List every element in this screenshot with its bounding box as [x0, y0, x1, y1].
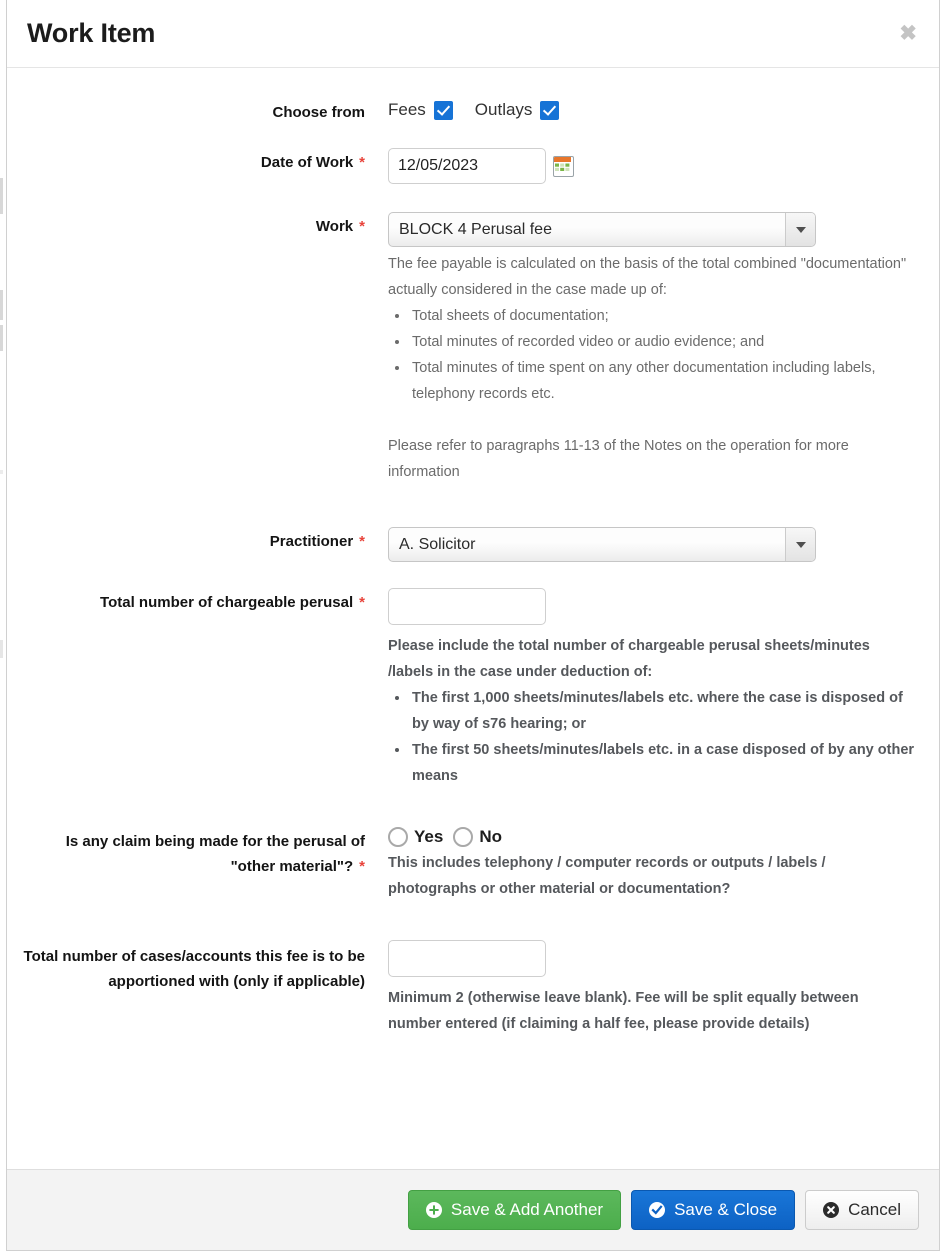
total-chargeable-perusal-input[interactable] — [388, 588, 546, 625]
work-help-footer: Please refer to paragraphs 11-13 of the … — [388, 438, 849, 480]
modal-footer: Save & Add Another Save & Close Cancel — [7, 1169, 939, 1250]
save-add-another-label: Save & Add Another — [450, 1200, 604, 1219]
other-material-claim-label: Is any claim being made for the perusal … — [19, 825, 377, 879]
date-of-work-input[interactable] — [388, 148, 546, 184]
work-help-bullet-list: Total sheets of documentation; Total min… — [388, 303, 915, 407]
background-fragment — [0, 178, 3, 214]
field-row-practitioner: Practitioner * A. Solicitor — [19, 527, 915, 562]
list-item: Total minutes of recorded video or audio… — [410, 329, 915, 355]
work-help-text: The fee payable is calculated on the bas… — [388, 251, 915, 485]
work-select[interactable]: BLOCK 4 Perusal fee — [388, 212, 816, 247]
background-fragment — [0, 290, 3, 320]
plus-circle-icon — [425, 1202, 442, 1218]
chevron-down-icon[interactable] — [785, 213, 815, 246]
field-row-other-material-claim: Is any claim being made for the perusal … — [19, 825, 915, 902]
close-icon[interactable]: ✖ — [893, 19, 923, 48]
other-material-help: This includes telephony / computer recor… — [388, 855, 826, 897]
choose-from-field: Fees Outlays — [377, 98, 915, 120]
practitioner-select[interactable]: A. Solicitor — [388, 527, 816, 562]
calendar-icon[interactable] — [553, 155, 574, 177]
field-row-total-chargeable-perusal: Total number of chargeable perusal * Plea… — [19, 588, 915, 789]
modal-body: Choose from Fees Outlays Date of Work * … — [7, 68, 939, 1169]
checkbox-outlays[interactable]: Outlays — [475, 100, 560, 120]
radio-no-circle[interactable] — [453, 827, 474, 847]
practitioner-field: A. Solicitor — [377, 527, 915, 562]
choose-from-label-text: Choose from — [272, 104, 365, 121]
chevron-down-icon[interactable] — [785, 528, 815, 561]
work-item-modal: Work Item ✖ Choose from Fees Outlays Dat… — [6, 0, 940, 1251]
practitioner-label-text: Practitioner — [269, 533, 354, 550]
checkbox-fees-box[interactable] — [433, 100, 453, 120]
other-material-radio-group: Yes No — [388, 825, 915, 847]
choose-from-checkbox-group: Fees Outlays — [388, 98, 915, 120]
close-circle-icon — [823, 1202, 840, 1218]
total-chargeable-perusal-field: Please include the total number of charg… — [377, 588, 915, 789]
work-help-intro: The fee payable is calculated on the bas… — [388, 256, 907, 298]
apportioned-cases-label-text: Total number of cases/accounts this fee … — [23, 948, 365, 990]
other-material-help-text: This includes telephony / computer recor… — [388, 850, 915, 902]
cancel-button[interactable]: Cancel — [805, 1190, 919, 1230]
list-item: Total sheets of documentation; — [410, 303, 915, 329]
total-chargeable-perusal-label-text: Total number of chargeable perusal — [100, 594, 354, 611]
save-add-another-button[interactable]: Save & Add Another — [407, 1190, 622, 1230]
date-of-work-label: Date of Work * — [19, 148, 377, 173]
checkbox-outlays-box[interactable] — [540, 100, 560, 120]
list-item: The first 50 sheets/minutes/labels etc. … — [410, 737, 915, 789]
apportioned-cases-label: Total number of cases/accounts this fee … — [19, 940, 377, 994]
list-item: Total minutes of time spent on any other… — [410, 355, 915, 407]
background-fragment — [0, 640, 3, 658]
total-chargeable-perusal-bullet-list: The first 1,000 sheets/minutes/labels et… — [388, 685, 915, 789]
total-chargeable-perusal-help-text: Please include the total number of charg… — [388, 633, 915, 789]
save-close-label: Save & Close — [674, 1200, 778, 1219]
choose-from-label: Choose from — [19, 98, 377, 123]
checkbox-fees[interactable]: Fees — [388, 100, 453, 120]
field-row-apportioned-cases: Total number of cases/accounts this fee … — [19, 940, 915, 1037]
radio-no[interactable]: No — [453, 827, 502, 847]
required-asterisk: * — [359, 594, 365, 611]
checkbox-fees-label: Fees — [388, 100, 426, 119]
apportioned-cases-help: Minimum 2 (otherwise leave blank). Fee w… — [388, 990, 859, 1032]
field-row-choose-from: Choose from Fees Outlays — [19, 98, 915, 123]
practitioner-label: Practitioner * — [19, 527, 377, 552]
list-item: The first 1,000 sheets/minutes/labels et… — [410, 685, 915, 737]
work-label-text: Work — [315, 218, 354, 235]
radio-yes-label: Yes — [414, 827, 444, 846]
check-circle-icon — [649, 1202, 666, 1218]
date-input-wrapper — [388, 148, 915, 184]
save-close-button[interactable]: Save & Close — [631, 1190, 796, 1230]
practitioner-select-value: A. Solicitor — [399, 535, 476, 553]
required-asterisk: * — [359, 218, 365, 235]
field-row-date-of-work: Date of Work * — [19, 148, 915, 184]
date-of-work-label-text: Date of Work — [260, 154, 354, 171]
cancel-label: Cancel — [848, 1200, 901, 1219]
total-chargeable-perusal-help-intro: Please include the total number of charg… — [388, 638, 870, 680]
modal-header: Work Item ✖ — [7, 0, 939, 68]
apportioned-cases-help-text: Minimum 2 (otherwise leave blank). Fee w… — [388, 985, 915, 1037]
total-chargeable-perusal-label: Total number of chargeable perusal * — [19, 588, 377, 613]
apportioned-cases-input[interactable] — [388, 940, 546, 977]
other-material-claim-label-text: Is any claim being made for the perusal … — [65, 833, 365, 875]
radio-yes[interactable]: Yes — [388, 827, 443, 847]
work-select-value: BLOCK 4 Perusal fee — [399, 220, 552, 238]
work-label: Work * — [19, 212, 377, 237]
checkbox-outlays-label: Outlays — [474, 100, 533, 119]
required-asterisk: * — [359, 858, 365, 875]
date-of-work-field — [377, 148, 915, 184]
radio-yes-circle[interactable] — [388, 827, 408, 847]
field-row-work: Work * BLOCK 4 Perusal fee The fee payabl… — [19, 212, 915, 485]
page-title: Work Item — [27, 18, 156, 48]
required-asterisk: * — [359, 154, 365, 171]
other-material-claim-field: Yes No This includes telephony / compute… — [377, 825, 915, 902]
required-asterisk: * — [359, 533, 365, 550]
work-field: BLOCK 4 Perusal fee The fee payable is c… — [377, 212, 915, 485]
background-fragment — [0, 325, 3, 351]
apportioned-cases-field: Minimum 2 (otherwise leave blank). Fee w… — [377, 940, 915, 1037]
radio-no-label: No — [479, 827, 502, 846]
background-fragment — [0, 470, 3, 474]
